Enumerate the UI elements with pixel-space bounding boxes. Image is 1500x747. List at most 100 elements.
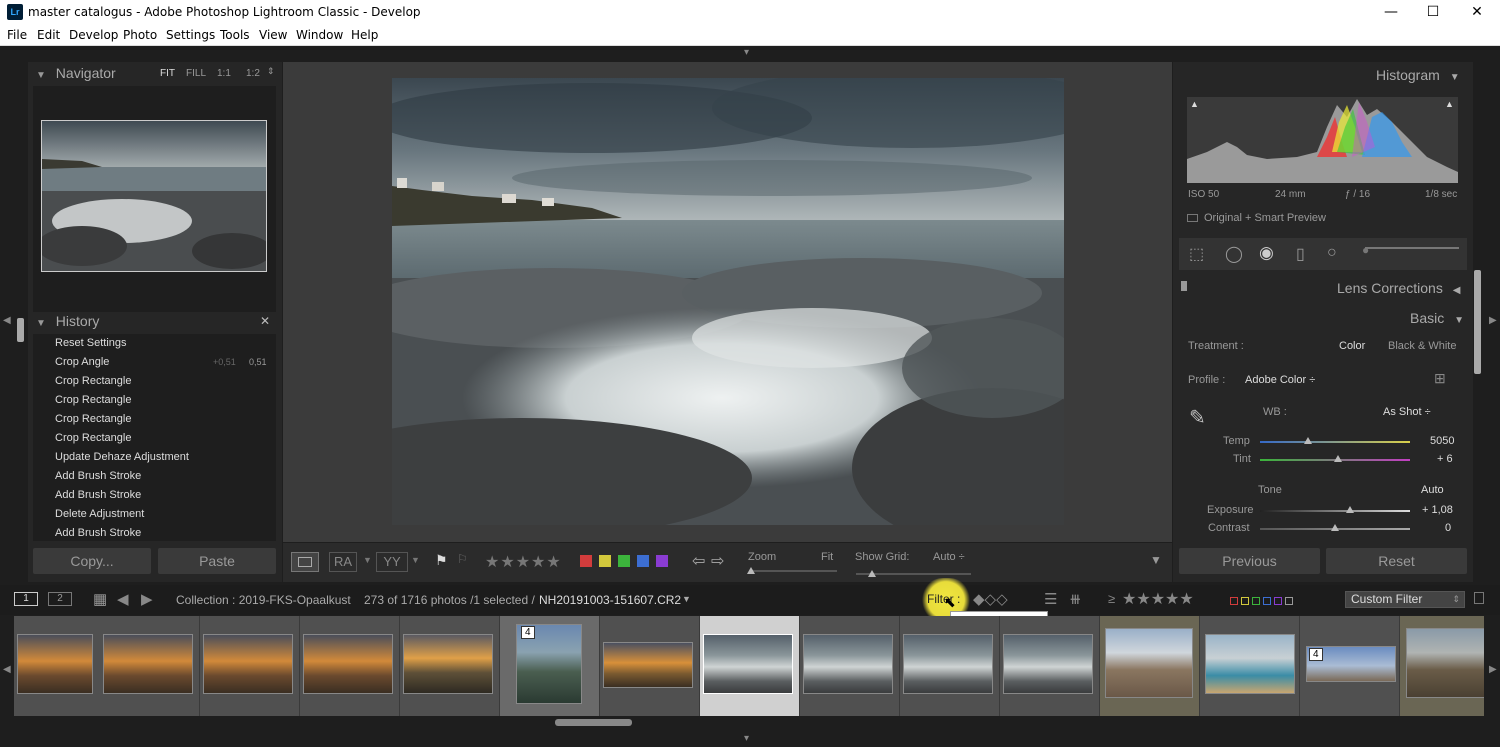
filmstrip-cell[interactable]: [1100, 616, 1200, 716]
menu-tools[interactable]: Tools: [220, 28, 250, 42]
exposure-value[interactable]: + 1,08: [1422, 504, 1453, 516]
nav-1-1[interactable]: 1:1: [217, 68, 231, 79]
color-label-blue[interactable]: [637, 555, 649, 567]
treatment-color[interactable]: Color: [1339, 340, 1365, 352]
filmstrip-cell[interactable]: [800, 616, 900, 716]
star-rating[interactable]: ★★★★★: [485, 552, 562, 572]
history-item[interactable]: Crop Rectangle: [33, 391, 276, 410]
history-item[interactable]: Reset Settings: [33, 334, 276, 353]
graduated-filter-icon[interactable]: ▯: [1296, 244, 1305, 264]
clear-history-icon[interactable]: ✕: [260, 314, 270, 328]
history-item[interactable]: Crop Rectangle: [33, 372, 276, 391]
navigator-preview[interactable]: [41, 120, 267, 272]
flag-filter-icon[interactable]: ◆◇◇: [973, 590, 1008, 608]
history-item[interactable]: Crop Angle +0,51 0,51: [33, 353, 276, 372]
histogram-header[interactable]: Histogram ▼: [1376, 67, 1460, 89]
navigator-header[interactable]: ▼ Navigator: [36, 65, 116, 87]
menu-view[interactable]: View: [259, 28, 287, 42]
highlight-clipping-icon[interactable]: ▲: [1445, 99, 1454, 109]
top-panel-toggle-icon[interactable]: ▾: [744, 47, 749, 58]
chevron-down-icon[interactable]: ▼: [363, 555, 372, 565]
menu-settings[interactable]: Settings: [166, 28, 215, 42]
filmstrip-cell[interactable]: [100, 616, 200, 716]
secondary-window-button[interactable]: 2: [48, 592, 72, 606]
basic-header[interactable]: Basic ▼: [1410, 310, 1464, 332]
menu-photo[interactable]: Photo: [123, 28, 157, 42]
menu-window[interactable]: Window: [296, 28, 343, 42]
chevron-down-icon[interactable]: ▼: [411, 555, 420, 565]
maximize-button[interactable]: ☐: [1411, 0, 1455, 24]
flag-icon[interactable]: ⚑: [435, 552, 448, 569]
left-panel-scrollbar[interactable]: [17, 318, 24, 342]
reset-button[interactable]: Reset: [1326, 548, 1467, 574]
forward-arrow-icon[interactable]: ▶: [141, 590, 153, 608]
filmstrip-cell[interactable]: [1200, 616, 1300, 716]
exposure-slider[interactable]: [1260, 510, 1410, 512]
grid-view-icon[interactable]: ▦: [93, 590, 107, 608]
history-item[interactable]: Add Brush Stroke: [33, 486, 276, 505]
tint-slider-knob[interactable]: [1334, 455, 1342, 462]
histogram-chart[interactable]: ▲ ▲: [1187, 97, 1458, 183]
nav-zoom-stepper-icon[interactable]: ⇕: [267, 66, 275, 77]
filter-lock-icon[interactable]: [1474, 592, 1484, 604]
close-button[interactable]: ✕: [1455, 0, 1499, 24]
filmstrip-cell[interactable]: 4: [500, 616, 600, 716]
zoom-slider[interactable]: [751, 570, 837, 572]
red-eye-icon[interactable]: ◉: [1259, 243, 1274, 263]
color-label-green[interactable]: [618, 555, 630, 567]
nav-fill[interactable]: FILL: [186, 68, 206, 79]
stack-count-badge[interactable]: 4: [521, 626, 535, 639]
tone-auto-button[interactable]: Auto: [1421, 484, 1444, 496]
paste-button[interactable]: Paste: [158, 548, 276, 574]
color-label-yellow[interactable]: [599, 555, 611, 567]
before-after-button[interactable]: RA: [329, 552, 357, 572]
panel-switch-icon[interactable]: [1181, 281, 1187, 291]
filmstrip-cell[interactable]: [400, 616, 500, 716]
custom-filter-select[interactable]: Custom Filter ⇕: [1345, 591, 1465, 608]
right-panel-scrollbar[interactable]: [1474, 270, 1481, 374]
filmstrip-left-arrow-icon[interactable]: ◀: [3, 664, 11, 675]
filmstrip-cell[interactable]: [1400, 616, 1484, 716]
eyedropper-icon[interactable]: ✎: [1189, 405, 1206, 430]
collection-name[interactable]: Collection : 2019-FKS-Opaalkust: [176, 593, 351, 607]
unedited-filter-icon[interactable]: ⧻: [1069, 590, 1082, 608]
shadow-clipping-icon[interactable]: ▲: [1190, 99, 1199, 109]
filmstrip-cell[interactable]: [300, 616, 400, 716]
contrast-value[interactable]: 0: [1445, 522, 1451, 534]
stack-count-badge[interactable]: 4: [1309, 648, 1323, 661]
zoom-slider-knob[interactable]: [747, 567, 755, 574]
spot-removal-icon[interactable]: ◯: [1225, 244, 1243, 264]
wb-select[interactable]: As Shot ÷: [1383, 406, 1431, 418]
radial-filter-icon[interactable]: ○: [1327, 244, 1337, 262]
lens-corrections-header[interactable]: Lens Corrections ◀: [1337, 280, 1460, 302]
history-item[interactable]: Crop Rectangle: [33, 410, 276, 429]
color-label-red[interactable]: [580, 555, 592, 567]
history-item[interactable]: Add Brush Stroke: [33, 524, 276, 541]
treatment-bw[interactable]: Black & White: [1388, 340, 1456, 352]
history-item[interactable]: Delete Adjustment: [33, 505, 276, 524]
before-after-split-button[interactable]: YY: [376, 552, 408, 572]
filmstrip-cell[interactable]: [900, 616, 1000, 716]
left-panel-toggle-icon[interactable]: ◀: [3, 315, 11, 326]
temp-slider-knob[interactable]: [1304, 437, 1312, 444]
color-label-filter[interactable]: [1230, 594, 1320, 605]
rating-filter-stars[interactable]: ★★★★★: [1122, 589, 1194, 609]
nav-1-2[interactable]: 1:2: [246, 68, 260, 79]
filmstrip-cell[interactable]: 4: [1300, 616, 1400, 716]
previous-photo-icon[interactable]: ⇦: [692, 551, 705, 571]
profile-select[interactable]: Adobe Color ÷: [1245, 374, 1315, 386]
rating-operator[interactable]: ≥: [1108, 591, 1115, 606]
menu-develop[interactable]: Develop: [69, 28, 118, 42]
minimize-button[interactable]: —: [1369, 0, 1413, 24]
contrast-slider-knob[interactable]: [1331, 524, 1339, 531]
back-arrow-icon[interactable]: ◀: [117, 590, 129, 608]
exposure-slider-knob[interactable]: [1346, 506, 1354, 513]
menu-file[interactable]: File: [7, 28, 27, 42]
crop-tool-icon[interactable]: ⬚: [1189, 244, 1204, 264]
chevron-down-icon[interactable]: ▼: [682, 594, 691, 604]
filmstrip-right-arrow-icon[interactable]: ▶: [1489, 664, 1497, 675]
temp-value[interactable]: 5050: [1430, 435, 1454, 447]
show-grid-select[interactable]: Auto ÷: [933, 551, 965, 563]
color-label-purple[interactable]: [656, 555, 668, 567]
primary-window-button[interactable]: 1: [14, 592, 38, 606]
